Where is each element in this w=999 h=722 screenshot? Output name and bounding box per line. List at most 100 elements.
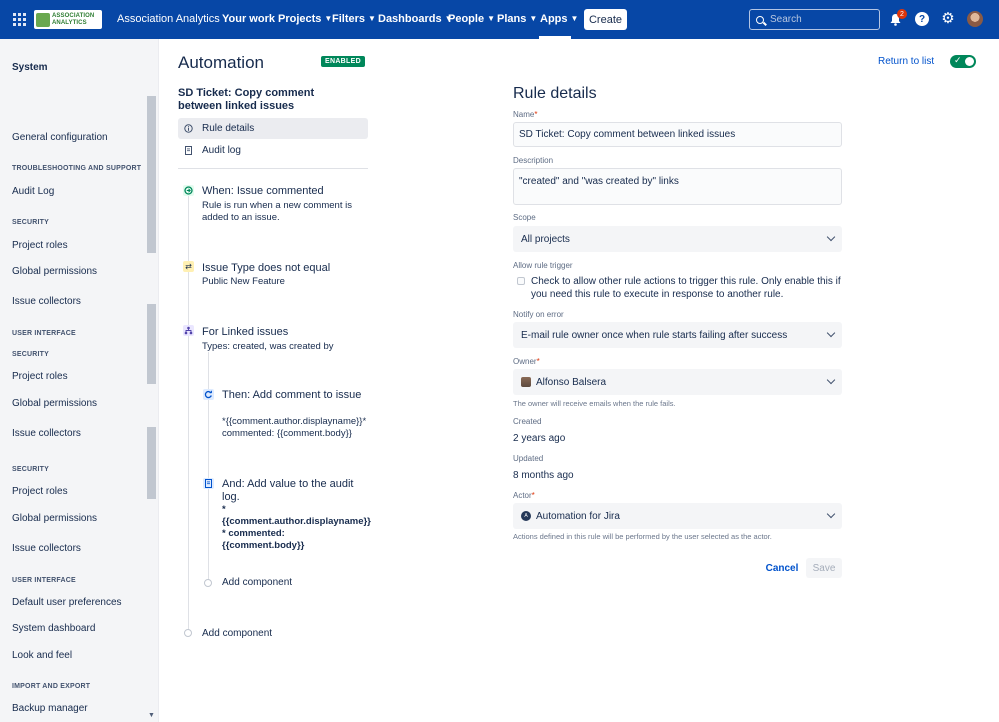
toggle-knob [965, 57, 974, 66]
sidebar-item[interactable]: Project roles [12, 371, 68, 382]
sidebar-item[interactable]: Global permissions [12, 513, 97, 524]
search-box[interactable] [749, 9, 880, 30]
app-switcher-icon[interactable] [13, 13, 26, 26]
scope-label: Scope [513, 213, 536, 222]
actor-value: Automation for Jira [536, 510, 620, 522]
nav-people[interactable]: People ▼ [448, 13, 495, 25]
sidebar-item[interactable]: General configuration [12, 132, 108, 143]
scope-select[interactable]: All projects [513, 226, 842, 252]
rule-name-heading: SD Ticket: Copy comment between linked i… [178, 87, 315, 112]
actor-select[interactable]: A Automation for Jira [513, 503, 842, 529]
action1-description: *{{comment.author.displayname}}* comment… [222, 416, 367, 439]
notify-on-error-select[interactable]: E-mail rule owner once when rule starts … [513, 322, 842, 348]
branch-chain-line [208, 352, 209, 580]
sidebar-item[interactable]: Project roles [12, 486, 68, 497]
action2-title[interactable]: And: Add value to the audit log. [222, 478, 362, 504]
owner-label: Owner* [513, 357, 540, 366]
sidebar-item[interactable]: Issue collectors [12, 428, 81, 439]
description-label: Description [513, 156, 554, 165]
create-button[interactable]: Create [584, 9, 627, 30]
sidebar-item[interactable]: Project roles [12, 240, 68, 251]
rule-nav-rule-details[interactable]: Rule details [178, 118, 368, 139]
rule-enabled-toggle[interactable]: ✓ [950, 55, 976, 68]
user-avatar[interactable] [967, 11, 983, 27]
save-button[interactable]: Save [806, 558, 842, 578]
name-label: Name* [513, 110, 538, 119]
add-comment-action-icon [203, 389, 214, 400]
sidebar-scrollbar-thumb[interactable] [147, 427, 156, 499]
chevron-down-icon: ▼ [529, 14, 538, 23]
chevron-down-icon: ▼ [570, 14, 579, 23]
scroll-down-arrow-icon[interactable]: ▼ [148, 712, 155, 719]
sidebar-scrollbar-thumb[interactable] [147, 304, 156, 384]
add-component-inner-link[interactable]: Add component [222, 577, 292, 588]
rule-details-title: Rule details [513, 85, 597, 102]
nav-projects[interactable]: Projects ▼ [278, 13, 332, 25]
sidebar-item[interactable]: System dashboard [12, 623, 95, 634]
sidebar-section-heading: SECURITY [12, 219, 49, 226]
app-name-link[interactable]: Association Analytics [117, 13, 220, 25]
page-title: Automation [178, 53, 264, 72]
created-value: 2 years ago [513, 433, 566, 444]
sidebar-scrollbar-thumb[interactable] [147, 96, 156, 253]
add-component-dot-icon [204, 579, 212, 587]
site-logo[interactable]: ASSOCIATION ANALYTICS [34, 10, 102, 29]
sidebar-title: System [12, 62, 48, 73]
add-component-outer-link[interactable]: Add component [202, 628, 272, 639]
condition-title[interactable]: Issue Type does not equal [202, 262, 330, 275]
sidebar-item[interactable]: Issue collectors [12, 296, 81, 307]
action1-title[interactable]: Then: Add comment to issue [222, 389, 362, 402]
allow-rule-trigger-label: Allow rule trigger [513, 261, 573, 270]
notification-count-badge: 2 [897, 9, 907, 19]
allow-rule-trigger-checkbox[interactable] [517, 277, 525, 285]
return-to-list-link[interactable]: Return to list [878, 56, 934, 67]
nav-dashboards[interactable]: Dashboards ▼ [378, 13, 453, 25]
action2-description: * {{comment.author.displayname}} * comme… [222, 504, 371, 551]
branch-title[interactable]: For Linked issues [202, 326, 288, 339]
chevron-down-icon [826, 232, 836, 242]
automation-actor-icon: A [521, 511, 531, 521]
rule-nav-label: Audit log [202, 145, 241, 156]
sidebar-item[interactable]: Default user preferences [12, 597, 122, 608]
sidebar-item[interactable]: Global permissions [12, 266, 97, 277]
description-field[interactable]: "created" and "was created by" links [513, 168, 842, 205]
sidebar-item[interactable]: Global permissions [12, 398, 97, 409]
settings-gear-icon[interactable]: ⚙ [941, 11, 955, 26]
sidebar-item[interactable]: Issue collectors [12, 543, 81, 554]
owner-value: Alfonso Balsera [536, 376, 607, 388]
owner-select[interactable]: Alfonso Balsera [513, 369, 842, 395]
search-input[interactable] [770, 14, 870, 25]
sidebar-section-heading: IMPORT AND EXPORT [12, 683, 91, 690]
condition-shuffle-icon: ⇄ [183, 261, 194, 272]
sidebar-item[interactable]: Audit Log [12, 186, 54, 197]
nav-your-work[interactable]: Your work [222, 13, 275, 25]
add-component-dot-icon [184, 629, 192, 637]
rule-nav-audit-log[interactable]: Audit log [178, 140, 368, 161]
chevron-down-icon [826, 375, 836, 385]
updated-value: 8 months ago [513, 470, 574, 481]
nav-plans[interactable]: Plans ▼ [497, 13, 537, 25]
sidebar-item[interactable]: Look and feel [12, 650, 72, 661]
sidebar-item[interactable]: Backup manager [12, 703, 88, 714]
nav-apps[interactable]: Apps ▼ [540, 13, 578, 25]
document-icon [184, 146, 193, 155]
trigger-icon [183, 185, 194, 196]
chevron-down-icon: ▼ [487, 14, 495, 23]
name-field[interactable]: SD Ticket: Copy comment between linked i… [513, 122, 842, 147]
top-navigation: ASSOCIATION ANALYTICS Association Analyt… [0, 0, 999, 39]
trigger-description: Rule is run when a new comment is added … [202, 200, 352, 223]
sidebar-section-heading: SECURITY [12, 466, 49, 473]
actor-label: Actor* [513, 491, 535, 500]
divider [178, 168, 368, 169]
sidebar: System General configuration TROUBLESHOOT… [0, 39, 159, 722]
nav-filters[interactable]: Filters ▼ [332, 13, 376, 25]
trigger-title[interactable]: When: Issue commented [202, 185, 324, 198]
help-icon[interactable]: ? [915, 12, 929, 26]
sidebar-section-heading: TROUBLESHOOTING AND SUPPORT [12, 165, 142, 172]
owner-avatar [521, 377, 531, 387]
allow-rule-trigger-text: Check to allow other rule actions to tri… [531, 276, 841, 300]
updated-label: Updated [513, 454, 544, 463]
chevron-down-icon: ▼ [368, 14, 376, 23]
check-icon: ✓ [954, 55, 962, 65]
cancel-button[interactable]: Cancel [764, 558, 800, 578]
